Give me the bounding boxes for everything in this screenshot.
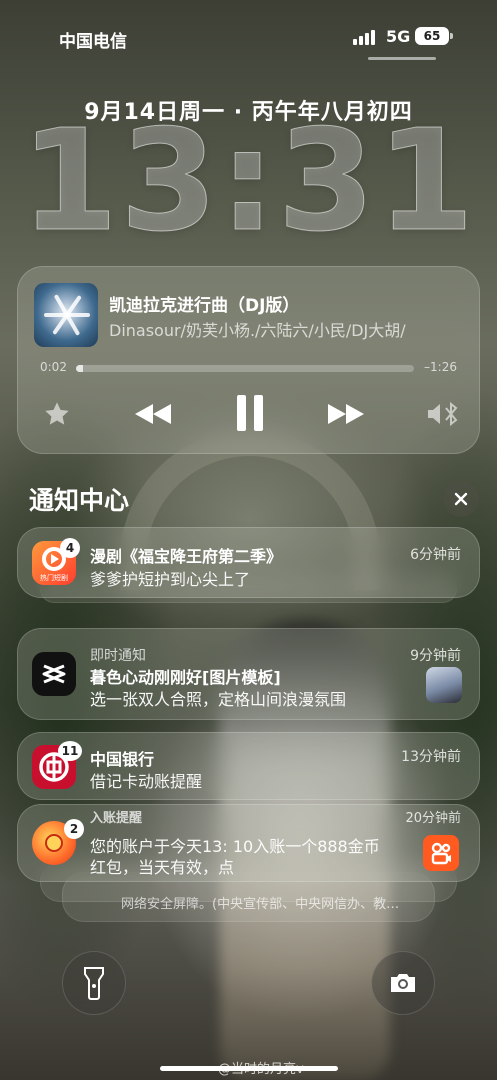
notification-category: 即时通知 (90, 648, 146, 664)
flashlight-icon (84, 967, 104, 1000)
kuaishou-thumbnail-icon (423, 835, 459, 871)
home-indicator[interactable] (160, 1066, 338, 1071)
notification-center-title: 通知中心 (29, 486, 130, 515)
fast-forward-icon[interactable] (324, 397, 368, 431)
speaker-bluetooth-icon[interactable] (423, 397, 463, 431)
notification-time: 9分钟前 (410, 648, 461, 664)
album-art (34, 283, 98, 347)
notification-body-line2: 红包，当天有效，点 (90, 858, 235, 877)
notification-time: 13分钟前 (401, 749, 461, 765)
playback-progress[interactable] (76, 365, 414, 372)
rewind-icon[interactable] (131, 397, 175, 431)
clear-notifications-button[interactable] (443, 481, 479, 517)
notification-kuaishou[interactable]: 2 入账提醒 您的账户于今天13: 10入账一个888金币 红包，当天有效，点 … (17, 804, 480, 882)
remaining-time: –1:26 (424, 360, 457, 374)
network-type: 5G (386, 27, 411, 46)
signal-icon (353, 30, 375, 45)
camera-icon (391, 974, 415, 992)
control-center-indicator[interactable] (368, 57, 436, 60)
carrier-label: 中国电信 (59, 32, 127, 52)
pause-icon[interactable] (230, 391, 270, 435)
battery-level: 65 (423, 29, 441, 43)
notification-body: 爹爹护短护到心尖上了 (90, 570, 251, 589)
notification-badge: 11 (58, 741, 82, 761)
notification-time: 6分钟前 (410, 547, 461, 563)
notification-title: 暮色心动刚刚好[图片模板] (90, 668, 281, 687)
playback-progress-fill (76, 365, 83, 372)
song-title: 凯迪拉克进行曲（DJ版） (109, 296, 300, 316)
notification-badge: 2 (64, 819, 84, 839)
notification-thumbnail (426, 667, 462, 703)
flashlight-button[interactable] (62, 951, 126, 1015)
notification-bank-of-china[interactable]: 11 中国银行 借记卡动账提醒 13分钟前 (17, 732, 480, 800)
star-icon[interactable] (40, 397, 74, 431)
now-playing-card[interactable]: 凯迪拉克进行曲（DJ版） Dinasour/奶芙小杨./六陆六/小民/DJ大胡/… (17, 266, 480, 454)
notification-body: 选一张双人合照，定格山间浪漫氛围 (90, 690, 347, 709)
notification-title: 中国银行 (90, 750, 155, 769)
notification-title: 入账提醒 (90, 811, 143, 826)
notification-time: 20分钟前 (405, 811, 461, 826)
close-icon (454, 492, 468, 506)
notification-badge: 4 (60, 538, 80, 558)
hongguo-icon-label: 热门短剧 (40, 574, 68, 582)
lockscreen-clock: 13:31 (20, 100, 477, 263)
notification-body: 借记卡动账提醒 (90, 772, 203, 791)
battery-icon: 65 (415, 27, 453, 45)
elapsed-time: 0:02 (40, 360, 67, 374)
song-artist: Dinasour/奶芙小杨./六陆六/小民/DJ大胡/ (109, 321, 406, 340)
camera-button[interactable] (371, 951, 435, 1015)
capcut-icon (32, 652, 76, 696)
notification-title: 漫剧《福宝降王府第二季》 (90, 547, 283, 566)
notification-hongguo[interactable]: 热门短剧 4 漫剧《福宝降王府第二季》 爹爹护短护到心尖上了 6分钟前 (17, 527, 480, 598)
status-bar: 中国电信 5G 65 (0, 0, 497, 70)
notification-capcut[interactable]: 即时通知 暮色心动刚刚好[图片模板] 选一张双人合照，定格山间浪漫氛围 9分钟前 (17, 628, 480, 720)
